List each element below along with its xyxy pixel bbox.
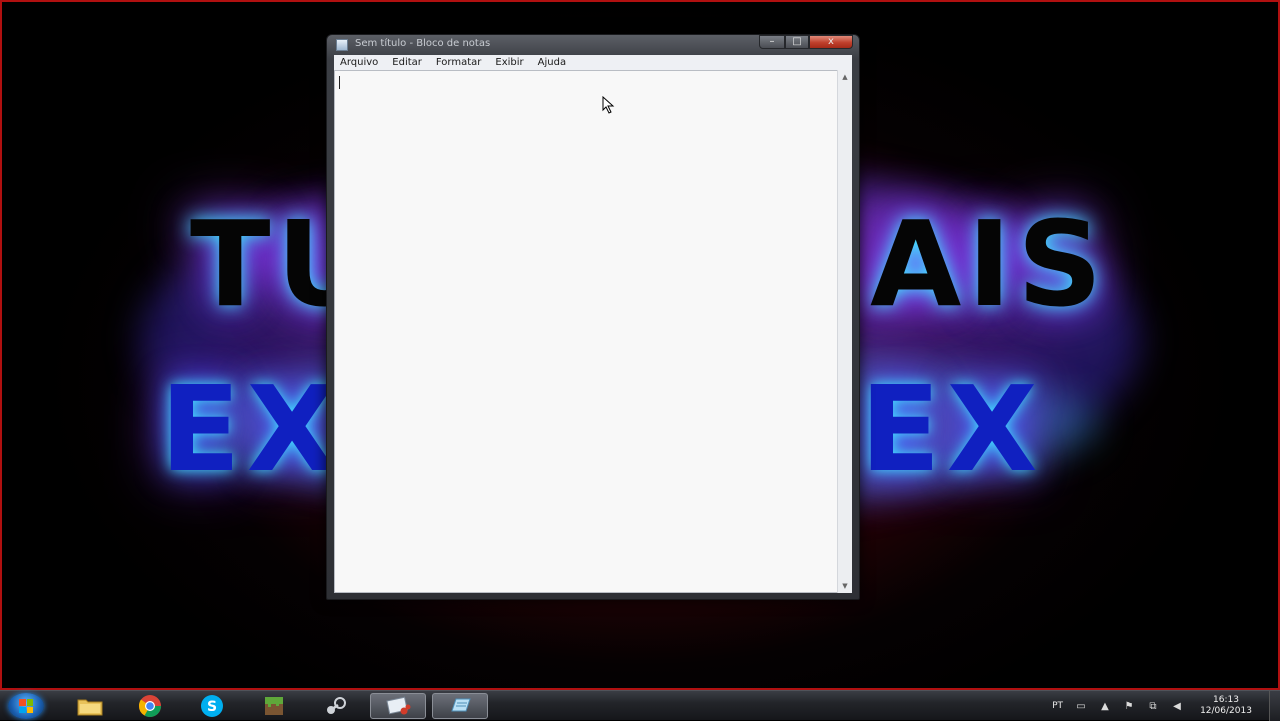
show-hidden-icons-icon[interactable]: ▲	[1099, 701, 1111, 712]
start-button[interactable]	[8, 693, 44, 719]
maximize-button[interactable]: □	[785, 35, 809, 49]
volume-icon[interactable]: ◀	[1171, 701, 1183, 712]
taskbar-steam-button[interactable]	[308, 693, 364, 719]
folder-icon	[77, 699, 103, 716]
wallpaper-text-bottom-left: EX	[160, 360, 344, 498]
text-caret	[339, 76, 340, 89]
title-bar[interactable]: Sem título - Bloco de notas – □ x	[327, 35, 859, 55]
mouse-pointer-icon	[602, 96, 615, 114]
wallpaper-text-top-right: AIS	[870, 195, 1109, 333]
menu-formatar[interactable]: Formatar	[430, 57, 487, 68]
minimize-button[interactable]: –	[759, 35, 785, 49]
system-tray: PT ▭ ▲ ⚑ ⧉ ◀ 16:13 12/06/2013	[1052, 691, 1280, 721]
language-indicator[interactable]: PT	[1052, 701, 1063, 711]
text-editor[interactable]	[334, 70, 852, 593]
show-desktop-button[interactable]	[1269, 691, 1280, 721]
menu-arquivo[interactable]: Arquivo	[334, 57, 384, 68]
taskbar-notepad-button[interactable]	[432, 693, 488, 719]
svg-text:S: S	[207, 699, 217, 715]
notepad-icon[interactable]	[336, 39, 348, 51]
close-button[interactable]: x	[809, 35, 853, 49]
clock-time: 16:13	[1213, 695, 1239, 705]
menu-ajuda[interactable]: Ajuda	[532, 57, 572, 68]
taskbar-snipping-button[interactable]	[370, 693, 426, 719]
taskbar: S PT ▭ ▲ ⚑ ⧉ ◀ 16:13 12/06/2013	[0, 690, 1280, 721]
skype-icon: S	[201, 695, 223, 717]
keyboard-icon[interactable]: ▭	[1075, 701, 1087, 712]
snipping-tool-icon	[386, 696, 411, 715]
menu-exibir[interactable]: Exibir	[489, 57, 529, 68]
chrome-icon	[138, 695, 161, 717]
steam-icon	[327, 697, 346, 714]
menu-bar: Arquivo Editar Formatar Exibir Ajuda	[334, 55, 852, 70]
action-center-flag-icon[interactable]: ⚑	[1123, 701, 1135, 712]
menu-editar[interactable]: Editar	[386, 57, 428, 68]
clock-date: 12/06/2013	[1200, 706, 1252, 716]
caption-buttons: – □ x	[759, 35, 853, 50]
taskbar-explorer-button[interactable]	[62, 693, 118, 719]
network-icon[interactable]: ⧉	[1147, 701, 1159, 712]
notepad-window[interactable]: Sem título - Bloco de notas – □ x Arquiv…	[326, 34, 860, 600]
wallpaper-text-bottom-right: EX	[860, 360, 1044, 498]
taskbar-chrome-button[interactable]	[122, 693, 178, 719]
notepad-icon	[451, 698, 471, 712]
scroll-down-arrow-icon[interactable]: ▼	[838, 579, 852, 593]
scroll-up-arrow-icon[interactable]: ▲	[838, 70, 852, 84]
clock[interactable]: 16:13 12/06/2013	[1195, 695, 1257, 717]
taskbar-minecraft-button[interactable]	[246, 693, 302, 719]
vertical-scrollbar[interactable]: ▲ ▼	[837, 70, 852, 593]
windows-logo-icon	[19, 699, 33, 713]
window-title: Sem título - Bloco de notas	[355, 38, 491, 49]
grass-block-icon	[265, 697, 283, 715]
taskbar-skype-button[interactable]: S	[184, 693, 240, 719]
